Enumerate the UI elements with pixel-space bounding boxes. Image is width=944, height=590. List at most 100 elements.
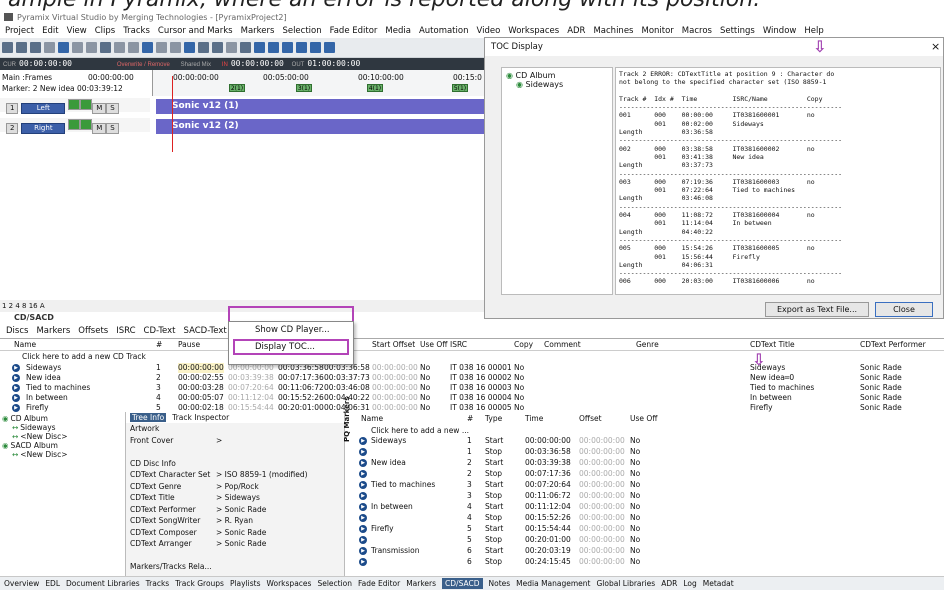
timeline-ruler[interactable]: 00:00:00:00 00:05:00:00 00:10:00:00 00:1… — [152, 70, 484, 96]
menu-item-tracks[interactable]: Tracks — [123, 26, 150, 36]
mixer-icon[interactable] — [58, 42, 69, 53]
pq-row[interactable]: ▶ 6 Stop 00:24:15:45 00:00:00:00 No — [355, 557, 675, 567]
status-tab-media-management[interactable]: Media Management — [516, 579, 590, 588]
menu-item-adr[interactable]: ADR — [567, 26, 585, 36]
menu-item-window[interactable]: Window — [763, 26, 797, 36]
pq-row[interactable]: ▶ Tied to machines 3 Start 00:07:20:64 00:00:… — [355, 480, 675, 490]
cursor-tool-icon[interactable] — [184, 42, 195, 53]
album-tree-item[interactable]: ↔ <New Disc> — [12, 432, 68, 441]
close-icon[interactable]: × — [931, 38, 940, 56]
menu-item-settings[interactable]: Settings — [720, 26, 755, 36]
album-tree-item[interactable]: ◉ CD Album — [2, 414, 48, 423]
menu-item-monitor[interactable]: Monitor — [641, 26, 673, 36]
status-tab-selection[interactable]: Selection — [317, 579, 352, 588]
tab-isrc[interactable]: ISRC — [116, 326, 135, 336]
playhead[interactable] — [172, 76, 173, 152]
menu-item-fade-editor[interactable]: Fade Editor — [330, 26, 378, 36]
toc-text-area[interactable]: Track 2 ERROR: CDTextTitle at position 9… — [615, 67, 941, 295]
view-6-icon[interactable] — [324, 42, 335, 53]
menu-item-project[interactable]: Project — [5, 26, 34, 36]
pq-column-header[interactable]: Time — [525, 414, 543, 424]
album-tree-item[interactable]: ◉ SACD Album — [2, 441, 58, 450]
trim-icon[interactable] — [156, 42, 167, 53]
status-tab-track-groups[interactable]: Track Groups — [175, 579, 224, 588]
pq-play-icon[interactable]: ▶ — [359, 459, 367, 467]
track-cell[interactable]: In between — [26, 393, 68, 403]
column-header[interactable]: Comment — [544, 339, 581, 351]
column-header[interactable]: # — [156, 339, 162, 351]
status-tab-cd-sacd[interactable]: CD/SACD — [442, 578, 483, 589]
pq-play-icon[interactable]: ▶ — [359, 558, 367, 566]
menu-item-help[interactable]: Help — [804, 26, 823, 36]
status-tab-metadat[interactable]: Metadat — [703, 579, 734, 588]
tab-cd-text[interactable]: CD-Text — [144, 326, 176, 336]
menu-item-automation[interactable]: Automation — [419, 26, 469, 36]
track-play-icon[interactable]: ▶ — [12, 394, 20, 402]
menu-item-selection[interactable]: Selection — [282, 26, 321, 36]
tab-sacd-text[interactable]: SACD-Text — [184, 326, 227, 336]
tree-info-row[interactable]: CD Disc Info — [130, 459, 340, 468]
status-tab-global-libraries[interactable]: Global Libraries — [597, 579, 656, 588]
play-button[interactable] — [80, 119, 93, 130]
menu-item-clips[interactable]: Clips — [95, 26, 115, 36]
new-project-icon[interactable] — [2, 42, 13, 53]
track-area[interactable] — [0, 152, 484, 300]
pq-row[interactable]: ▶ 1 Stop 00:03:36:58 00:00:00:00 No — [355, 447, 675, 457]
pq-play-icon[interactable]: ▶ — [359, 503, 367, 511]
pq-column-header[interactable]: # — [467, 414, 473, 424]
zoom-out-icon[interactable] — [212, 42, 223, 53]
show-cd-player-item[interactable]: Show CD Player... — [229, 322, 353, 337]
tree-info-row[interactable]: CDText Genre > Pop/Rock — [130, 482, 340, 491]
menu-item-cursor-and-marks[interactable]: Cursor and Marks — [158, 26, 233, 36]
pq-row[interactable]: ▶ Firefly 5 Start 00:15:54:44 00:00:00:00 No — [355, 524, 675, 534]
pq-row[interactable]: ▶ In between 4 Start 00:11:12:04 00:00:00:00 N… — [355, 502, 675, 512]
export-text-button[interactable]: Export as Text File... — [765, 302, 869, 317]
status-tab-workspaces[interactable]: Workspaces — [267, 579, 312, 588]
marker-2[interactable]: 2(1) — [229, 84, 245, 92]
pq-play-icon[interactable]: ▶ — [359, 481, 367, 489]
tab-offsets[interactable]: Offsets — [78, 326, 108, 336]
status-tab-overview[interactable]: Overview — [4, 579, 39, 588]
tree-info-row[interactable]: CDText Arranger > Sonic Rade — [130, 539, 340, 548]
track-play-icon[interactable]: ▶ — [12, 364, 20, 372]
tree-info-row[interactable]: CDText Character Set > ISO 8859-1 (modifi… — [130, 470, 340, 479]
column-header[interactable]: Start Offset — [372, 339, 415, 351]
track-play-icon[interactable]: ▶ — [12, 384, 20, 392]
album-tree-item[interactable]: ↔ <New Disc> — [12, 450, 68, 459]
column-header[interactable]: CDText Performer — [860, 339, 926, 351]
pq-row[interactable]: ▶ 5 Stop 00:20:01:00 00:00:00:00 No — [355, 535, 675, 545]
status-tab-notes[interactable]: Notes — [489, 579, 511, 588]
status-tab-playlists[interactable]: Playlists — [230, 579, 261, 588]
status-tab-markers[interactable]: Markers — [406, 579, 436, 588]
zoom-fit-icon[interactable] — [226, 42, 237, 53]
audio-clip[interactable]: Sonic v12 (2) — [156, 119, 484, 134]
status-tab-tracks[interactable]: Tracks — [146, 579, 170, 588]
zoom-levels[interactable]: 1 2 4 8 16 A — [2, 302, 45, 310]
track-name[interactable]: Left — [21, 103, 66, 114]
pq-column-header[interactable]: Use Off — [630, 414, 657, 424]
pq-column-header[interactable]: Type — [485, 414, 502, 424]
fade-icon[interactable] — [170, 42, 181, 53]
pq-play-icon[interactable]: ▶ — [359, 525, 367, 533]
open-icon[interactable] — [16, 42, 27, 53]
pq-play-icon[interactable]: ▶ — [359, 536, 367, 544]
redo-icon[interactable] — [86, 42, 97, 53]
column-header[interactable]: ISRC — [450, 339, 467, 351]
pq-column-header[interactable]: Name — [361, 414, 383, 424]
pq-row[interactable]: ▶ 2 Stop 00:07:17:36 00:00:00:00 No — [355, 469, 675, 479]
pq-column-header[interactable]: Offset — [579, 414, 602, 424]
pq-play-icon[interactable]: ▶ — [359, 470, 367, 478]
paste-icon[interactable] — [128, 42, 139, 53]
pq-add-row[interactable]: Click here to add a new ... — [371, 426, 469, 436]
track-play-icon[interactable]: ▶ — [12, 404, 20, 412]
column-header[interactable]: Copy — [514, 339, 533, 351]
close-button[interactable]: Close — [875, 302, 933, 317]
add-track-row[interactable]: Click here to add a new CD Track — [22, 352, 146, 362]
shared-mix[interactable]: Shared Mix — [181, 62, 211, 68]
in-time[interactable]: 00:00:00:00 — [231, 59, 284, 68]
tree-info-row[interactable]: Markers/Tracks Rela... — [130, 562, 340, 571]
view-1-icon[interactable] — [254, 42, 265, 53]
save-icon[interactable] — [30, 42, 41, 53]
split-icon[interactable] — [142, 42, 153, 53]
status-tab-adr[interactable]: ADR — [661, 579, 677, 588]
